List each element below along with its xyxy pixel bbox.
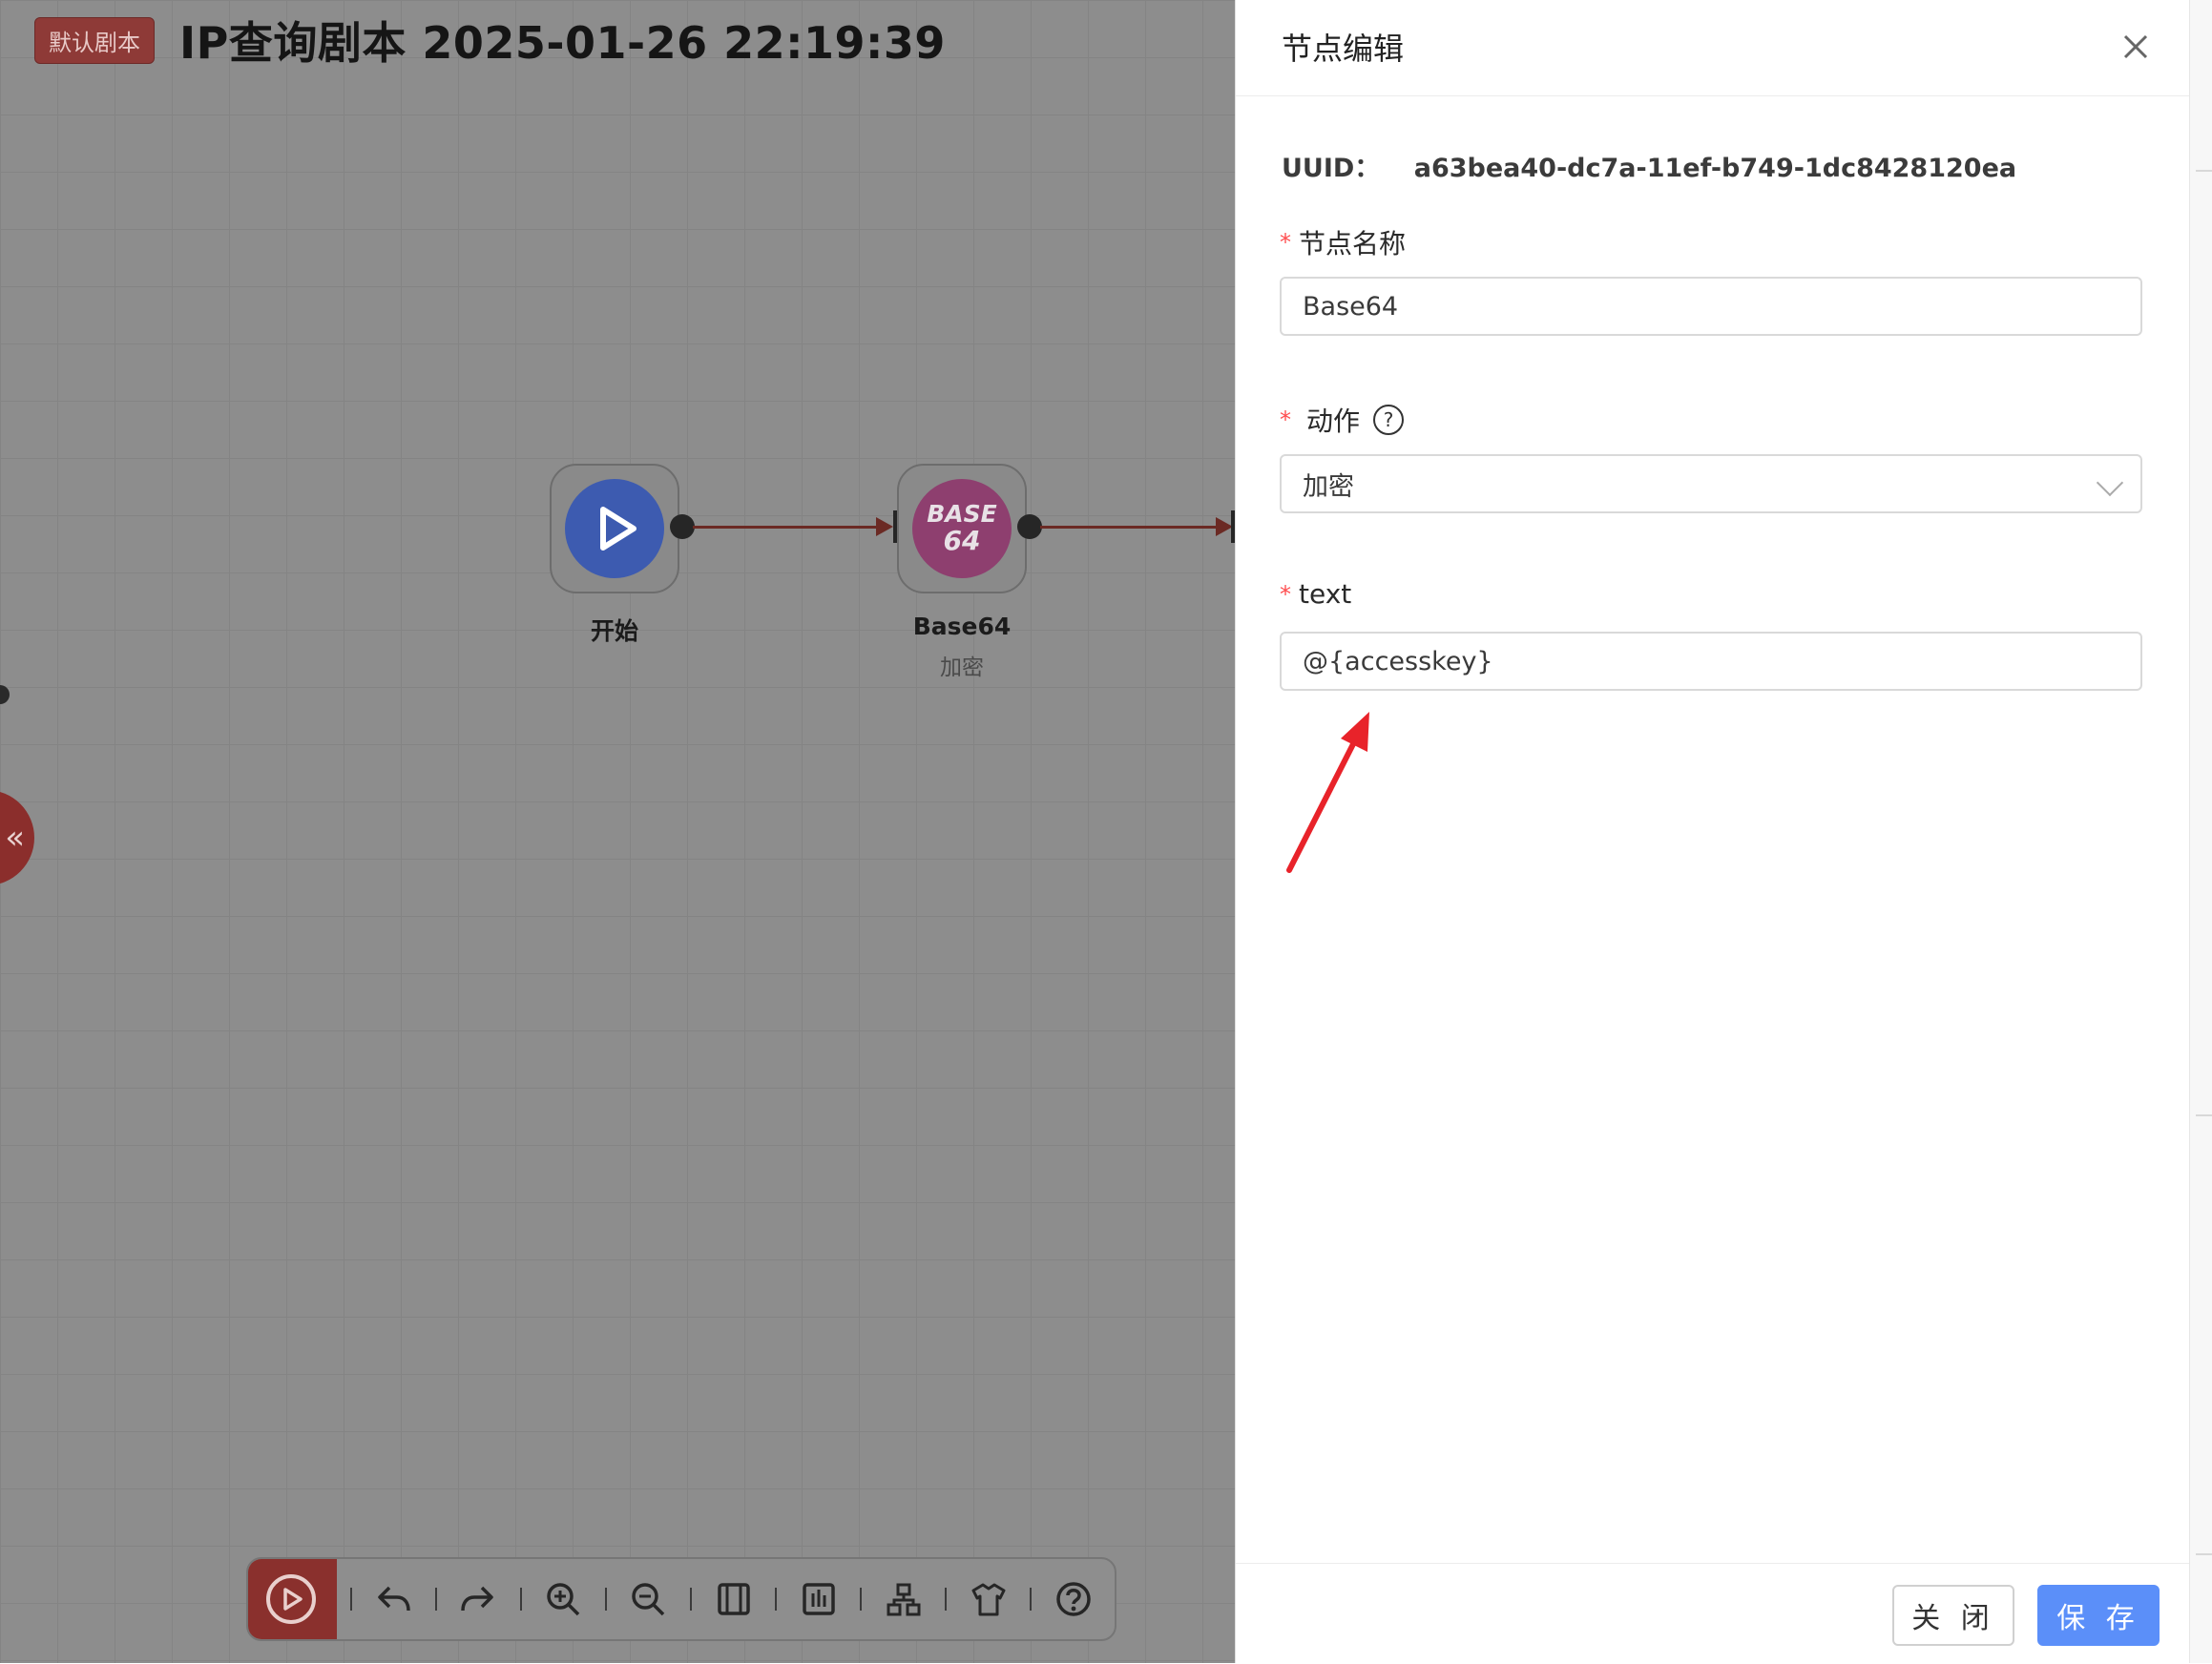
fit-view-icon <box>717 1583 750 1615</box>
required-mark: * <box>1280 406 1291 433</box>
canvas-toolbar <box>246 1557 1116 1641</box>
undo-icon <box>378 1586 411 1612</box>
center-icon <box>802 1583 835 1615</box>
action-select[interactable]: 加密 <box>1280 454 2142 513</box>
playbook-title: IP查询剧本 2025-01-26 22:19:39 <box>179 17 946 69</box>
node-name-label: * 节点名称 <box>1280 223 1406 261</box>
base64-icon-number: 64 <box>943 525 981 556</box>
scrollbar-tick <box>2196 1553 2212 1555</box>
node-output-port[interactable] <box>1017 514 1042 539</box>
node-output-port[interactable] <box>670 514 695 539</box>
double-chevron-left-icon: « <box>5 819 25 857</box>
layout-icon <box>887 1583 921 1616</box>
node-edit-drawer: 节点编辑 UUID： a63bea40-dc7a-11ef-b749-1dc84… <box>1235 0 2190 1663</box>
zoom-in-icon <box>547 1583 580 1616</box>
node-label-base64: Base64 <box>912 613 1012 640</box>
help-button[interactable] <box>1032 1580 1115 1618</box>
uuid-value: a63bea40-dc7a-11ef-b749-1dc8428120ea <box>1413 154 2017 183</box>
theme-button[interactable] <box>947 1580 1030 1618</box>
base64-icon-text: BASE <box>927 500 997 528</box>
chevron-down-icon <box>2096 468 2124 497</box>
edge-arrow-icon <box>876 517 893 536</box>
play-icon <box>565 479 664 578</box>
action-select-value: 加密 <box>1303 471 1354 502</box>
fit-view-button[interactable] <box>692 1580 775 1618</box>
flow-edge[interactable] <box>1040 526 1227 529</box>
redo-icon <box>461 1586 494 1612</box>
zoom-out-button[interactable] <box>607 1580 690 1618</box>
scrollbar-tick <box>2196 1114 2212 1116</box>
close-button[interactable]: 关 闭 <box>1892 1585 2014 1646</box>
undo-button[interactable] <box>352 1580 435 1618</box>
save-button[interactable]: 保 存 <box>2037 1585 2160 1646</box>
node-name-input[interactable]: Base64 <box>1280 277 2142 336</box>
zoom-in-button[interactable] <box>522 1580 605 1618</box>
flow-node-base64[interactable]: BASE 64 <box>897 464 1027 593</box>
text-label: * text <box>1280 578 1351 610</box>
canvas-header: 默认剧本 IP查询剧本 2025-01-26 22:19:39 <box>34 13 946 69</box>
layout-button[interactable] <box>862 1580 945 1618</box>
action-label: * 动作 ? <box>1280 401 1405 439</box>
action-label-text: 动作 <box>1306 406 1361 437</box>
uuid-label: UUID： <box>1282 154 1381 183</box>
flow-canvas[interactable]: 默认剧本 IP查询剧本 2025-01-26 22:19:39 « 开始 BAS… <box>0 0 1235 1663</box>
playbook-tag: 默认剧本 <box>34 16 155 64</box>
required-mark: * <box>1280 580 1291 608</box>
drawer-header: 节点编辑 <box>1236 0 2190 96</box>
question-circle-icon[interactable]: ? <box>1373 405 1405 435</box>
drawer-title: 节点编辑 <box>1282 31 1405 67</box>
theme-icon <box>971 1583 1006 1616</box>
close-icon[interactable] <box>2119 31 2152 63</box>
expand-sidebar-button[interactable]: « <box>0 790 34 885</box>
text-input[interactable]: @{accesskey} <box>1280 632 2142 691</box>
run-icon <box>266 1574 317 1624</box>
uuid-row: UUID： a63bea40-dc7a-11ef-b749-1dc8428120… <box>1282 147 2016 184</box>
base64-icon: BASE 64 <box>912 479 1012 578</box>
text-label-text: text <box>1299 578 1352 610</box>
text-input-value: @{accesskey} <box>1303 646 1493 676</box>
node-name-value: Base64 <box>1303 291 1399 322</box>
node-label-start: 开始 <box>590 617 638 645</box>
flow-node-start[interactable] <box>550 464 679 593</box>
annotation-arrow-icon <box>1286 712 1369 873</box>
center-button[interactable] <box>777 1580 860 1618</box>
scrollbar-tick <box>2196 170 2212 172</box>
edge-port-dot <box>0 685 10 704</box>
node-sublabel-base64: 加密 <box>940 655 984 680</box>
run-button[interactable] <box>248 1559 337 1639</box>
redo-button[interactable] <box>437 1580 520 1618</box>
zoom-out-icon <box>632 1583 665 1616</box>
help-icon <box>1055 1582 1091 1616</box>
node-name-label-text: 节点名称 <box>1299 228 1407 260</box>
page-scrollbar[interactable] <box>2189 0 2212 1663</box>
required-mark: * <box>1280 229 1291 256</box>
flow-edge[interactable] <box>693 526 884 529</box>
drawer-footer: 关 闭 保 存 <box>1236 1563 2190 1664</box>
